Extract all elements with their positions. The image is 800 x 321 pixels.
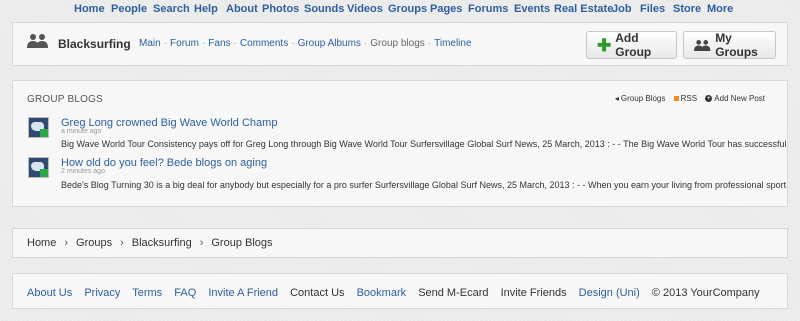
- nav-real-estate[interactable]: Real Estate: [554, 3, 613, 15]
- nav-photos[interactable]: Photos: [262, 3, 299, 15]
- nav-store[interactable]: Store: [673, 3, 701, 15]
- nav-home[interactable]: Home: [74, 3, 105, 15]
- group-subnav: Main · Forum · Fans · Comments · Group Albums · Gr…: [139, 38, 472, 49]
- post-thumbnail[interactable]: [28, 117, 49, 138]
- group-header: Blacksurfing Main · Forum · Fans · Comments · Gr…: [12, 22, 788, 66]
- nav-search[interactable]: Search: [153, 3, 190, 15]
- post-thumbnail[interactable]: [28, 157, 49, 178]
- nav-groups[interactable]: Groups: [388, 3, 427, 15]
- caret-left-icon: ◂: [614, 94, 619, 103]
- group-people-icon: [27, 34, 48, 48]
- post-time: 2 minutes ago: [61, 168, 105, 175]
- footer-contact-us[interactable]: Contact Us: [290, 287, 344, 299]
- footer-design[interactable]: Design (Uni): [579, 287, 640, 299]
- breadcrumb-home[interactable]: Home: [27, 237, 56, 249]
- group-people-icon: [694, 39, 711, 51]
- footer-faq[interactable]: FAQ: [174, 287, 196, 299]
- my-groups-label: My Groups: [715, 31, 758, 59]
- nav-forums[interactable]: Forums: [468, 3, 508, 15]
- group-blogs-link[interactable]: Group Blogs: [621, 94, 665, 103]
- footer-bookmark[interactable]: Bookmark: [357, 287, 407, 299]
- footer-terms[interactable]: Terms: [132, 287, 162, 299]
- subnav-forum[interactable]: Forum: [170, 38, 199, 49]
- top-navigation: Home People Search Help About Photos Sou…: [0, 0, 800, 20]
- chevron-right-icon: ›: [199, 237, 204, 249]
- group-title: Blacksurfing: [58, 37, 131, 51]
- breadcrumb-groups[interactable]: Groups: [76, 237, 112, 249]
- footer-invite-friends[interactable]: Invite Friends: [501, 287, 567, 299]
- subnav-group-albums[interactable]: Group Albums: [298, 38, 361, 49]
- nav-pages[interactable]: Pages: [430, 3, 462, 15]
- nav-about[interactable]: About: [226, 3, 258, 15]
- add-group-label: Add Group: [615, 31, 652, 59]
- badge-icon: [40, 129, 48, 137]
- subnav-separator: ·: [427, 38, 432, 49]
- plus-icon: ✚: [597, 35, 612, 55]
- add-circle-icon: +: [705, 95, 713, 103]
- rss-link[interactable]: RSS: [681, 94, 697, 103]
- nav-sounds[interactable]: Sounds: [304, 3, 344, 15]
- subnav-comments[interactable]: Comments: [240, 38, 288, 49]
- add-group-button[interactable]: ✚ Add Group: [586, 31, 677, 59]
- subnav-separator: ·: [201, 38, 206, 49]
- rss-icon: [673, 96, 679, 102]
- subnav-group-blogs[interactable]: Group blogs: [370, 38, 424, 49]
- subnav-separator: ·: [163, 38, 168, 49]
- add-new-post-link[interactable]: Add New Post: [714, 94, 765, 103]
- badge-icon: [40, 169, 48, 177]
- copyright: © 2013 YourCompany: [651, 287, 760, 299]
- nav-more[interactable]: More: [707, 3, 733, 15]
- subnav-separator: ·: [363, 38, 368, 49]
- footer-privacy[interactable]: Privacy: [84, 287, 120, 299]
- group-blogs-panel: GROUP BLOGS ◂ Group Blogs RSS + Add New Po…: [12, 80, 788, 207]
- footer-about-us[interactable]: About Us: [27, 287, 72, 299]
- blog-actions: ◂ Group Blogs RSS + Add New Post: [609, 94, 765, 103]
- nav-job[interactable]: Job: [612, 3, 632, 15]
- chevron-right-icon: ›: [64, 237, 69, 249]
- post-excerpt: Bede's Blog Turning 30 is a big deal for…: [61, 180, 787, 190]
- footer-invite-a-friend[interactable]: Invite A Friend: [208, 287, 278, 299]
- post-excerpt: Big Wave World Tour Consistency pays off…: [61, 139, 787, 149]
- subnav-fans[interactable]: Fans: [208, 38, 230, 49]
- nav-people[interactable]: People: [111, 3, 147, 15]
- subnav-separator: ·: [233, 38, 237, 49]
- subnav-main[interactable]: Main: [139, 38, 161, 49]
- my-groups-button[interactable]: My Groups: [683, 31, 776, 59]
- subnav-separator: ·: [291, 38, 295, 49]
- nav-files[interactable]: Files: [640, 3, 665, 15]
- footer: About Us Privacy Terms FAQ Invite A Frie…: [12, 273, 788, 309]
- chevron-right-icon: ›: [120, 237, 124, 249]
- breadcrumb-group-blogs[interactable]: Group Blogs: [211, 237, 272, 249]
- nav-videos[interactable]: Videos: [347, 3, 383, 15]
- post-time: a minute ago: [61, 128, 102, 135]
- nav-events[interactable]: Events: [514, 3, 550, 15]
- nav-help[interactable]: Help: [194, 3, 218, 15]
- breadcrumb-blacksurfing[interactable]: Blacksurfing: [132, 237, 192, 249]
- breadcrumb: Home › Groups › Blacksurfing › Group Blogs: [12, 228, 788, 258]
- subnav-timeline[interactable]: Timeline: [434, 38, 471, 49]
- section-heading: GROUP BLOGS: [27, 94, 103, 105]
- footer-send-ecard[interactable]: Send M-Ecard: [418, 287, 488, 299]
